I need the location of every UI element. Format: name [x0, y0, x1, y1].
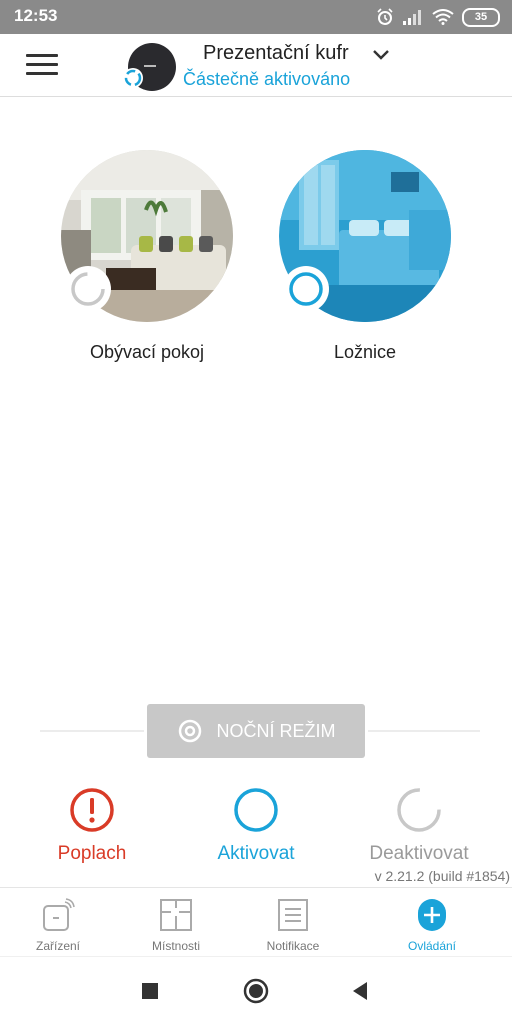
rooms-icon: [160, 899, 192, 931]
night-mode-button[interactable]: NOČNÍ REŽIM: [147, 704, 365, 758]
hub-name[interactable]: Prezentační kufr: [203, 42, 349, 65]
chevron-down-icon[interactable]: [370, 44, 392, 66]
arm-label: Aktivovat: [217, 843, 295, 864]
signal-icon: [403, 10, 421, 25]
disarm-circle-icon: [397, 788, 441, 832]
wifi-icon: [432, 9, 454, 25]
app-version: v 2.21.2 (build #1854): [374, 868, 510, 884]
alarm-icon: [377, 8, 393, 25]
hamburger-menu-icon[interactable]: [26, 54, 58, 78]
nav-label: Zařízení: [35, 939, 80, 953]
app-header: Prezentační kufr Částečně aktivováno: [0, 34, 512, 97]
room-disarmed-icon: [65, 266, 111, 312]
night-mode-icon: [178, 719, 201, 743]
nav-control[interactable]: Ovládání: [368, 888, 496, 956]
bottom-navigation: Zařízení Místnosti Notifikace Ovládání: [0, 887, 512, 956]
nav-label: Místnosti: [151, 939, 200, 953]
system-navigation-bar: [0, 956, 512, 1025]
status-icons: 35: [376, 7, 500, 27]
back-icon[interactable]: [346, 977, 374, 1005]
room-label: Ložnice: [333, 342, 397, 362]
notifications-icon: [278, 899, 308, 931]
room-bedroom[interactable]: Ložnice: [279, 150, 451, 363]
hub-partial-status-icon: [123, 68, 143, 88]
disarm-button[interactable]: Deaktivovat: [344, 786, 494, 865]
nav-rooms[interactable]: Místnosti: [112, 888, 240, 956]
divider-left: [40, 730, 144, 732]
room-armed-icon: [283, 266, 329, 312]
night-mode-label: NOČNÍ REŽIM: [216, 720, 336, 741]
room-living-room[interactable]: Obývací pokoj: [61, 150, 233, 363]
home-icon[interactable]: [242, 977, 270, 1005]
arm-button[interactable]: Aktivovat: [181, 786, 331, 865]
hub-status-text: Částečně aktivováno: [183, 69, 351, 89]
disarm-label: Deaktivovat: [369, 843, 469, 864]
divider-right: [368, 730, 480, 732]
battery-icon: 35: [462, 7, 500, 27]
devices-icon: [43, 898, 75, 931]
nav-label: Notifikace: [266, 939, 320, 953]
panic-label: Poplach: [57, 843, 127, 864]
recent-apps-icon[interactable]: [136, 977, 164, 1005]
nav-label: Ovládání: [407, 939, 457, 953]
control-icon: [418, 899, 446, 931]
alarm-exclamation-icon: [70, 788, 114, 832]
room-label: Obývací pokoj: [89, 342, 205, 362]
status-bar: 12:53 35: [0, 0, 512, 34]
panic-button[interactable]: Poplach: [17, 786, 167, 865]
nav-devices[interactable]: Zařízení: [0, 888, 122, 956]
nav-notifications[interactable]: Notifikace: [229, 888, 357, 956]
arm-circle-icon: [234, 788, 278, 832]
status-time: 12:53: [14, 6, 58, 25]
